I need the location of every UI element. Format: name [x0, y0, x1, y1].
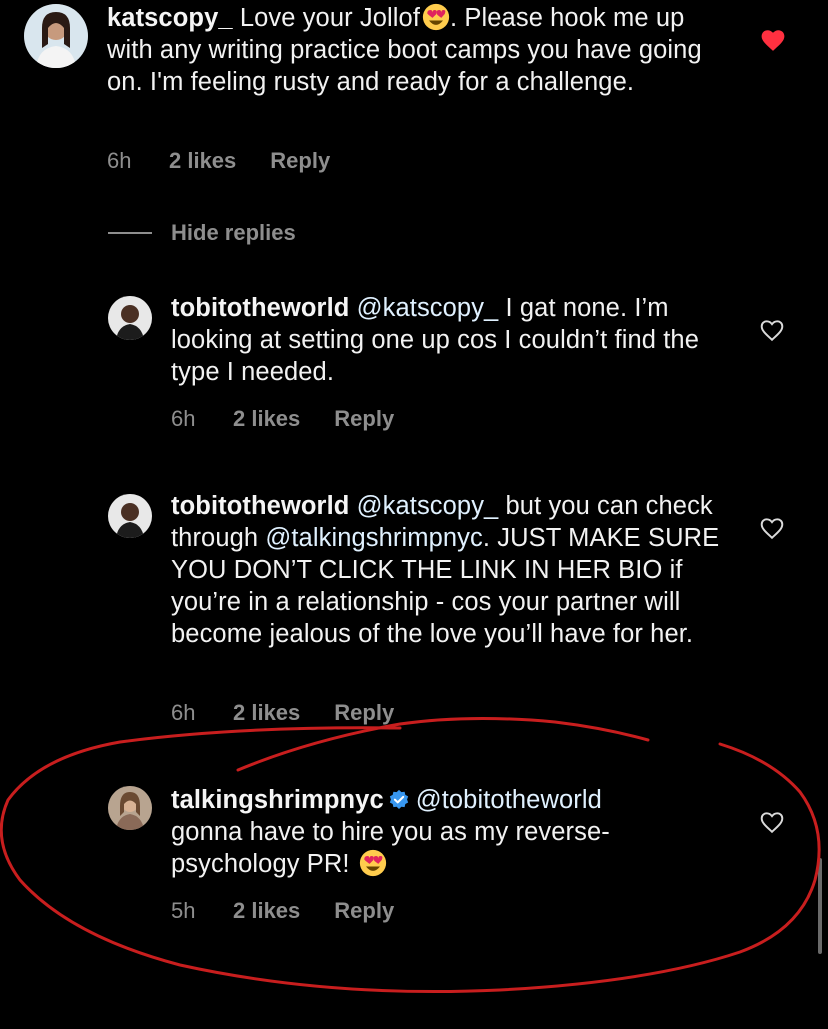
- reply-likes[interactable]: 2 likes: [233, 406, 300, 432]
- reply-meta: 6h 2 likes Reply: [171, 700, 394, 726]
- scrollbar[interactable]: [818, 858, 822, 954]
- reply-meta: 6h 2 likes Reply: [171, 406, 394, 432]
- comment-text-part-1: Love your Jollof: [232, 4, 421, 32]
- reply-username[interactable]: tobitotheworld: [171, 492, 349, 520]
- reply-time: 6h: [171, 700, 196, 725]
- heart-eyes-emoji-icon: [359, 849, 386, 877]
- reply-meta: 5h 2 likes Reply: [171, 898, 394, 924]
- reply-button[interactable]: Reply: [334, 898, 394, 924]
- mention-link[interactable]: @katscopy_: [357, 492, 499, 520]
- comment-meta: 6h 2 likes Reply: [107, 148, 330, 174]
- hide-replies-label: Hide replies: [171, 220, 296, 245]
- like-button[interactable]: [759, 318, 785, 342]
- mention-link[interactable]: @katscopy_: [357, 294, 499, 322]
- avatar-tobitotheworld-icon: [108, 296, 152, 340]
- heart-eyes-emoji-icon: [422, 3, 450, 31]
- reply-likes[interactable]: 2 likes: [233, 898, 300, 924]
- comment-time: 6h: [107, 148, 132, 173]
- heart-filled-icon: [761, 30, 785, 51]
- avatar-katscopy-icon: [24, 4, 88, 68]
- mention-link[interactable]: @talkingshrimpnyc: [265, 524, 483, 552]
- reply-button[interactable]: Reply: [334, 406, 394, 432]
- like-button[interactable]: [759, 516, 785, 540]
- reply-time: 6h: [171, 406, 196, 431]
- verified-badge-icon: [389, 789, 408, 809]
- heart-icon: [760, 812, 784, 834]
- like-button[interactable]: [760, 28, 786, 52]
- mention-link[interactable]: @tobitotheworld: [416, 786, 602, 814]
- reply-username[interactable]: talkingshrimpnyc: [171, 786, 384, 814]
- hide-replies-button[interactable]: Hide replies: [108, 220, 296, 246]
- reply-text: tobitotheworld @katscopy_ I gat none. I’…: [171, 292, 711, 388]
- reply-likes[interactable]: 2 likes: [233, 700, 300, 726]
- avatar[interactable]: [108, 296, 152, 340]
- reply-username[interactable]: tobitotheworld: [171, 294, 349, 322]
- reply-button[interactable]: Reply: [270, 148, 330, 174]
- comment-likes[interactable]: 2 likes: [169, 148, 236, 174]
- divider: [108, 232, 152, 234]
- reply-text: talkingshrimpnyc @tobitotheworld gonna h…: [171, 784, 671, 880]
- reply-button[interactable]: Reply: [334, 700, 394, 726]
- reply-text: tobitotheworld @katscopy_ but you can ch…: [171, 490, 731, 650]
- heart-icon: [760, 320, 784, 342]
- reply-body: gonna have to hire you as my reverse-psy…: [171, 818, 610, 878]
- avatar-tobitotheworld-icon: [108, 494, 152, 538]
- reply-time: 5h: [171, 898, 196, 923]
- avatar[interactable]: [24, 4, 88, 68]
- avatar-talkingshrimpnyc-icon: [108, 786, 152, 830]
- comment-text: katscopy_ Love your Jollof . Please hook…: [107, 2, 727, 98]
- like-button[interactable]: [759, 810, 785, 834]
- avatar[interactable]: [108, 786, 152, 830]
- avatar[interactable]: [108, 494, 152, 538]
- heart-icon: [760, 518, 784, 540]
- comment-username[interactable]: katscopy_: [107, 4, 233, 32]
